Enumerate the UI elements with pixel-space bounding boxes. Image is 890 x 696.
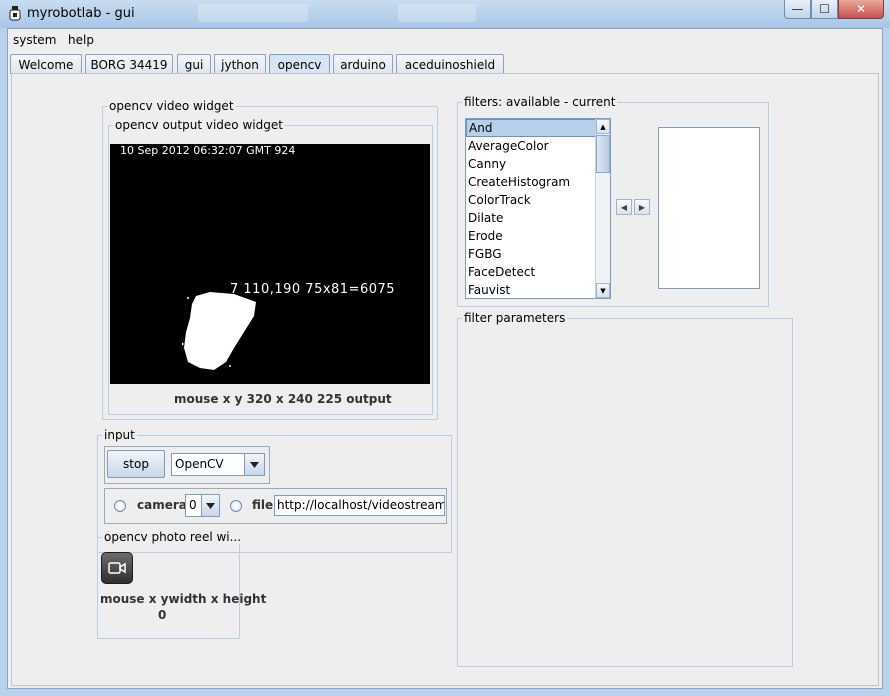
menu-help[interactable]: help <box>68 33 94 47</box>
menu-system[interactable]: system <box>13 33 56 47</box>
camera-radio[interactable] <box>114 500 126 512</box>
scrollbar-thumb[interactable] <box>596 135 610 173</box>
grabber-value: OpenCV <box>175 457 224 471</box>
list-item[interactable]: FaceDetect <box>466 263 610 281</box>
title-bar: myrobotlab - gui — ☐ ✕ <box>0 0 890 28</box>
list-item[interactable]: And <box>466 119 610 137</box>
output-video-label: opencv output video widget <box>113 118 285 132</box>
menu-bar: system help <box>8 29 882 51</box>
tab-arduino[interactable]: arduino <box>333 54 393 74</box>
window-client: system help Welcome BORG 34419 gui jytho… <box>7 28 883 689</box>
photo-reel-status: mouse x ywidth x height <box>100 592 267 606</box>
current-filters-list[interactable] <box>658 127 760 289</box>
list-item[interactable]: Dilate <box>466 209 610 227</box>
video-timestamp: 10 Sep 2012 06:32:07 GMT 924 <box>120 144 296 157</box>
grabber-controls: stop OpenCV <box>104 446 270 484</box>
file-url-field[interactable]: http://localhost/videostream.cgi <box>274 495 445 516</box>
video-camera-icon[interactable] <box>101 552 133 584</box>
camera-label: camera <box>137 498 187 512</box>
minimize-button[interactable]: — <box>784 0 811 19</box>
video-display[interactable]: 10 Sep 2012 06:32:07 GMT 924 7 110,190 7… <box>110 144 430 384</box>
tab-bar: Welcome BORG 34419 gui jython opencv ard… <box>8 53 882 74</box>
file-label: file <box>252 498 274 512</box>
list-item[interactable]: FGBG <box>466 245 610 263</box>
video-mouse-status: mouse x y 320 x 240 225 output <box>174 392 392 406</box>
source-controls: camera 0 file http://localhost/videostre… <box>104 488 447 524</box>
remove-filter-icon[interactable]: ◀ <box>616 199 632 215</box>
video-widget-label: opencv video widget <box>107 99 236 113</box>
chevron-down-icon <box>244 454 264 475</box>
list-item[interactable]: AverageColor <box>466 137 610 155</box>
tab-jython[interactable]: jython <box>214 54 266 74</box>
filters-group: filters: available - current And Average… <box>457 95 769 307</box>
tab-borg[interactable]: BORG 34419 <box>85 54 173 74</box>
tracked-blob <box>182 292 256 370</box>
photo-reel-label: opencv photo reel wi... <box>102 530 244 544</box>
chevron-down-icon <box>201 495 219 516</box>
grabber-select[interactable]: OpenCV <box>171 453 265 476</box>
opencv-panel: opencv video widget opencv output video … <box>11 73 879 686</box>
tab-welcome[interactable]: Welcome <box>10 54 82 74</box>
available-filters-list[interactable]: And AverageColor Canny CreateHistogram C… <box>465 118 611 299</box>
close-button[interactable]: ✕ <box>838 0 884 19</box>
maximize-button[interactable]: ☐ <box>811 0 838 19</box>
filters-scrollbar[interactable]: ▲ ▼ <box>595 119 610 298</box>
file-radio[interactable] <box>230 500 242 512</box>
app-icon <box>9 6 21 21</box>
window-title: myrobotlab - gui <box>27 6 135 21</box>
input-group-label: input <box>102 428 137 442</box>
list-item[interactable]: ColorTrack <box>466 191 610 209</box>
list-item[interactable]: Erode <box>466 227 610 245</box>
background-taskbar-item <box>398 4 476 22</box>
filter-parameters-label: filter parameters <box>462 311 568 325</box>
list-item[interactable]: Canny <box>466 155 610 173</box>
filter-parameters-group: filter parameters <box>457 311 793 667</box>
camera-index-select[interactable]: 0 <box>185 494 220 517</box>
photo-reel-count: 0 <box>158 608 167 622</box>
tab-gui[interactable]: gui <box>177 54 211 74</box>
camera-index-value: 0 <box>189 498 197 512</box>
background-taskbar-item <box>198 4 308 22</box>
scroll-up-icon[interactable]: ▲ <box>596 119 610 134</box>
stop-button[interactable]: stop <box>107 450 165 478</box>
add-filter-icon[interactable]: ▶ <box>634 199 650 215</box>
list-item[interactable]: Fauvist <box>466 281 610 298</box>
tab-aceduinoshield[interactable]: aceduinoshield <box>396 54 504 74</box>
list-item[interactable]: CreateHistogram <box>466 173 610 191</box>
output-video-group: opencv output video widget 10 Sep 2012 0… <box>108 118 433 415</box>
photo-reel-group: opencv photo reel wi... mouse x ywidth x… <box>97 530 266 639</box>
filters-label: filters: available - current <box>462 95 618 109</box>
video-widget-group: opencv video widget opencv output video … <box>102 99 438 420</box>
scroll-down-icon[interactable]: ▼ <box>596 283 610 298</box>
tab-opencv[interactable]: opencv <box>269 54 330 74</box>
